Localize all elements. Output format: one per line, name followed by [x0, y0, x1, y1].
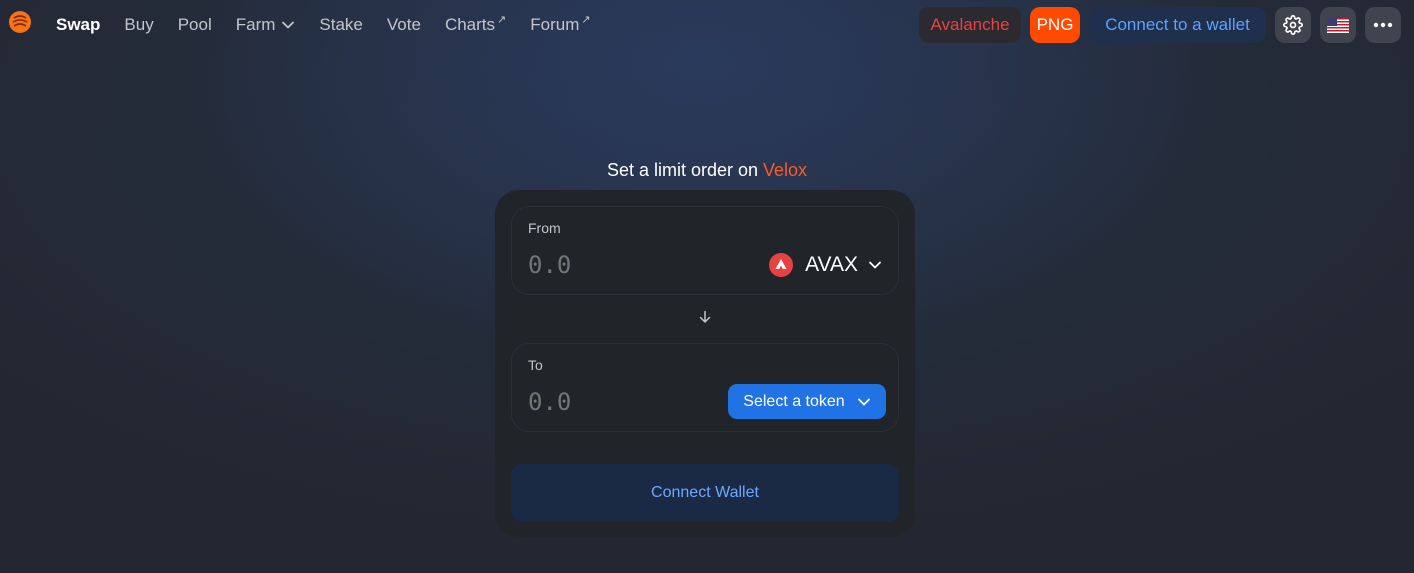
nav-links: Swap Buy Pool Farm Stake Vote Charts ↗ F… [56, 0, 615, 50]
nav-item-charts-label: Charts [444, 15, 496, 34]
nav-item-buy[interactable]: Buy [124, 15, 153, 35]
to-label: To [528, 357, 543, 373]
from-token-selector[interactable]: AVAX [769, 252, 882, 278]
network-selector-button[interactable]: Avalanche [919, 7, 1021, 43]
page-title: Set a limit order on Velox [0, 160, 1414, 181]
nav-item-buy-label: Buy [124, 15, 154, 34]
pangolin-logo-icon[interactable] [8, 10, 32, 34]
us-flag-icon [1327, 17, 1349, 33]
page-title-brand: Velox [763, 160, 808, 180]
external-link-icon: ↗ [497, 13, 507, 26]
chevron-down-icon [857, 398, 870, 405]
png-token-badge[interactable]: PNG [1030, 7, 1080, 43]
nav-item-vote[interactable]: Vote [387, 15, 421, 35]
nav-item-swap[interactable]: Swap [56, 15, 100, 35]
top-nav-bar: Swap Buy Pool Farm Stake Vote Charts ↗ F… [0, 0, 1414, 50]
more-menu-button[interactable] [1365, 7, 1401, 43]
external-link-icon: ↗ [581, 13, 591, 26]
settings-gear-icon [1283, 15, 1303, 35]
nav-item-stake[interactable]: Stake [319, 15, 362, 35]
language-selector-button[interactable] [1320, 7, 1356, 43]
select-token-label: Select a token [743, 392, 845, 410]
nav-item-farm-label: Farm [235, 15, 276, 34]
chevron-down-icon [869, 261, 881, 269]
nav-item-stake-label: Stake [319, 15, 363, 34]
settings-button[interactable] [1275, 7, 1311, 43]
nav-item-swap-label: Swap [56, 15, 101, 34]
nav-item-vote-label: Vote [386, 15, 421, 34]
from-token-symbol: AVAX [805, 253, 858, 276]
nav-item-pool[interactable]: Pool [178, 15, 212, 35]
nav-item-charts[interactable]: Charts ↗ [444, 13, 507, 35]
connect-wallet-button[interactable]: Connect Wallet [511, 464, 899, 522]
chevron-down-icon [282, 21, 295, 29]
connect-to-wallet-button[interactable]: Connect to a wallet [1089, 7, 1266, 43]
page-title-prefix: Set a limit order on [606, 160, 764, 180]
select-token-button[interactable]: Select a token [728, 384, 886, 419]
nav-item-pool-label: Pool [177, 15, 212, 34]
to-panel: To Select a token [511, 343, 899, 432]
from-label: From [528, 220, 561, 236]
nav-item-farm[interactable]: Farm [236, 15, 296, 35]
nav-item-forum-label: Forum [530, 15, 580, 34]
arrow-down-icon[interactable] [698, 310, 712, 324]
limit-order-card: From AVAX To Select a token Connect Wall… [495, 190, 915, 537]
from-amount-input[interactable] [528, 251, 728, 279]
from-panel: From AVAX [511, 206, 899, 295]
to-amount-input[interactable] [528, 388, 728, 416]
avax-token-icon [769, 253, 794, 277]
more-dots-icon [1373, 22, 1393, 28]
nav-right-group: Avalanche PNG Connect to a wallet [910, 7, 1401, 43]
nav-item-forum[interactable]: Forum ↗ [530, 13, 591, 35]
